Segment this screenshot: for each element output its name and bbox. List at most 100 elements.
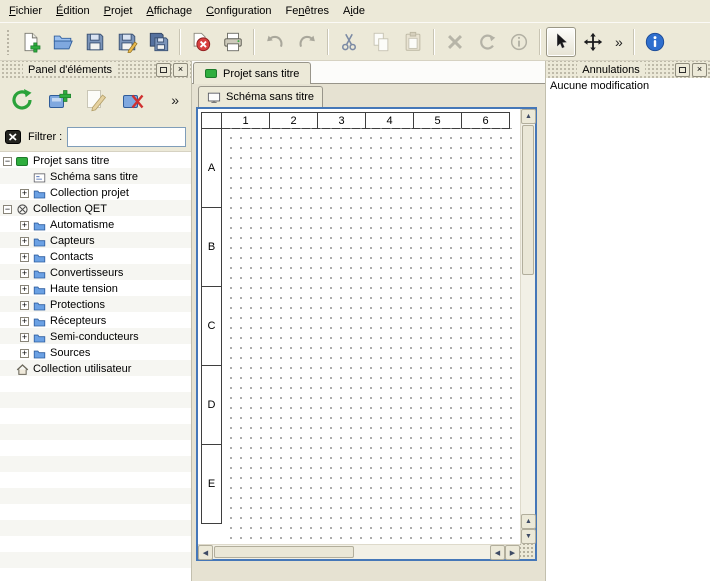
horizontal-scrollbar[interactable]: ◀ ◀ ▶ [198,544,520,559]
tree-item-automatisme[interactable]: +Automatisme [0,217,191,233]
tree-item-project[interactable]: −Projet sans titre [0,153,191,169]
scroll-left-button[interactable]: ◀ [198,545,213,560]
undo-button[interactable] [260,27,290,57]
menu-fichier[interactable]: Fichier [2,0,49,22]
float-button[interactable] [675,63,690,77]
horizontal-scroll-thumb[interactable] [214,546,354,558]
up-arrow-icon: ▲ [525,113,532,120]
menu-fenetres[interactable]: Fenêtres [279,0,336,22]
horizontal-scroll-track[interactable] [355,545,490,559]
cut-button[interactable] [334,27,364,57]
menu-aide[interactable]: Aide [336,0,372,22]
float-button[interactable] [156,63,171,77]
menu-bar: Fichier Édition Projet Affichage Configu… [0,0,710,22]
rotate-button[interactable] [472,27,502,57]
tree-item-collection-qet[interactable]: −Collection QET [0,201,191,217]
close-panel-button[interactable]: × [173,63,188,77]
scroll-up-button[interactable]: ▲ [521,109,536,124]
expander-minus-icon[interactable]: − [3,157,12,166]
save-button[interactable] [80,27,110,57]
reload-collections-button[interactable] [7,85,37,115]
undo-list-item[interactable]: Aucune modification [546,78,710,94]
tree-item-recepteurs[interactable]: +Récepteurs [0,313,191,329]
toolbar-separator [433,29,435,55]
tree-item-capteurs[interactable]: +Capteurs [0,233,191,249]
edit-element-button[interactable] [81,85,111,115]
redo-button[interactable] [292,27,322,57]
open-project-button[interactable] [48,27,78,57]
copy-button[interactable] [366,27,396,57]
new-document-button[interactable] [16,27,46,57]
print-button[interactable] [218,27,248,57]
expander-plus-icon[interactable]: + [20,317,29,326]
vertical-scroll-thumb[interactable] [522,125,534,275]
expander-minus-icon[interactable]: − [3,205,12,214]
tree-item-collection-utilisateur[interactable]: Collection utilisateur [0,361,191,377]
expander-plus-icon[interactable]: + [20,301,29,310]
element-information-button[interactable] [504,27,534,57]
up-arrow-icon: ▲ [525,518,532,525]
schema-canvas[interactable]: 1 2 3 4 5 6 A B C D E [198,109,520,544]
menu-edition[interactable]: Édition [49,0,97,22]
paste-icon [402,31,424,53]
menu-configuration[interactable]: Configuration [199,0,278,22]
clear-filter-icon[interactable] [5,128,23,146]
project-workspace: Projet sans titre Schéma sans titre 1 2 … [192,61,545,581]
save-all-button[interactable] [144,27,174,57]
new-element-button[interactable] [44,85,74,115]
vertical-scroll-track[interactable] [521,276,535,514]
scroll-up-button[interactable]: ▲ [521,514,536,529]
panel-more-chevron[interactable]: » [166,92,184,108]
expander-plus-icon[interactable]: + [20,253,29,262]
tree-item-protections[interactable]: +Protections [0,297,191,313]
delete-element-button[interactable] [118,85,148,115]
scroll-down-button[interactable]: ▼ [521,529,536,544]
float-icon [679,67,686,73]
expander-plus-icon[interactable]: + [20,285,29,294]
resize-grip[interactable] [520,544,535,559]
undo-panel-titlebar[interactable]: Annulations × [546,61,710,78]
expander-plus-icon[interactable]: + [20,269,29,278]
tab-schema-sans-titre[interactable]: Schéma sans titre [198,86,323,107]
save-all-icon [148,31,170,53]
edit-element-icon [84,88,108,112]
expander-plus-icon[interactable]: + [20,349,29,358]
undo-panel-title: Annulations [577,64,645,76]
scroll-mode-button[interactable] [578,27,608,57]
scroll-left-button[interactable]: ◀ [490,545,505,560]
menu-affichage[interactable]: Affichage [139,0,199,22]
select-arrow-icon [550,31,572,53]
save-as-button[interactable] [112,27,142,57]
column-ruler: 1 2 3 4 5 6 [201,112,517,129]
expander-plus-icon[interactable]: + [20,221,29,230]
elements-panel-titlebar[interactable]: Panel d'éléments × [0,61,191,78]
left-arrow-icon: ◀ [495,549,500,557]
expander-plus-icon[interactable]: + [20,189,29,198]
close-panel-button[interactable]: × [692,63,707,77]
more-tools-chevron[interactable]: » [610,34,628,50]
tree-item-haute-tension[interactable]: +Haute tension [0,281,191,297]
expander-plus-icon[interactable]: + [20,237,29,246]
tree-item-contacts[interactable]: +Contacts [0,249,191,265]
select-mode-button[interactable] [546,27,576,57]
tree-item-collection-projet[interactable]: +Collection projet [0,185,191,201]
project-tabbar: Projet sans titre [192,61,545,84]
tree-item-schema[interactable]: Schéma sans titre [0,169,191,185]
close-file-button[interactable] [186,27,216,57]
about-qet-button[interactable] [640,27,670,57]
folder-icon [33,267,46,280]
vertical-scrollbar[interactable]: ▲ ▲ ▼ [520,109,535,544]
reload-icon [10,88,34,112]
filter-input[interactable] [67,127,186,147]
undo-icon [264,31,286,53]
scroll-right-button[interactable]: ▶ [505,545,520,560]
expander-plus-icon[interactable]: + [20,333,29,342]
toolbar-grip[interactable] [6,29,11,55]
tree-item-convertisseurs[interactable]: +Convertisseurs [0,265,191,281]
delete-button[interactable] [440,27,470,57]
tree-item-sources[interactable]: +Sources [0,345,191,361]
paste-button[interactable] [398,27,428,57]
menu-projet[interactable]: Projet [97,0,140,22]
tab-projet-sans-titre[interactable]: Projet sans titre [193,62,311,84]
tree-item-semi-conducteurs[interactable]: +Semi-conducteurs [0,329,191,345]
